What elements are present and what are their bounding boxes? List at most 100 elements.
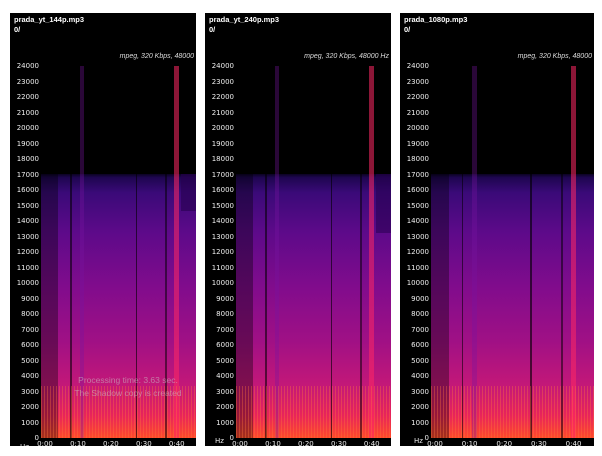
frequency-tick-label: 5000 — [216, 356, 234, 365]
frequency-unit-label: Hz — [414, 437, 423, 445]
frequency-tick-label: 6000 — [216, 341, 234, 349]
frequency-tick-label: 21000 — [211, 108, 234, 117]
time-tick-label: 0:30 — [531, 440, 547, 446]
frequency-tick-label: 13000 — [406, 232, 429, 241]
frequency-tick-label: 18000 — [211, 155, 234, 163]
spectrogram-image[interactable] — [431, 66, 594, 438]
time-tick-label: 0:20 — [496, 440, 513, 446]
frequency-tick-label: 20000 — [211, 124, 234, 132]
frequency-tick-label: 16000 — [406, 186, 429, 194]
frequency-tick-label: 3000 — [216, 387, 234, 396]
frequency-tick-label: 11000 — [16, 263, 39, 272]
frequency-tick-label: 4000 — [411, 372, 429, 380]
frequency-tick-label: 8000 — [411, 310, 429, 318]
frequency-tick-label: 15000 — [406, 201, 429, 210]
frequency-tick-label: 11000 — [211, 263, 234, 272]
frequency-tick-label: 19000 — [406, 139, 429, 148]
time-tick-label: 0:10 — [70, 440, 86, 446]
time-tick-label: 0:20 — [298, 440, 314, 446]
frequency-unit-label: Hz — [215, 437, 224, 445]
frequency-tick-label: 7000 — [216, 325, 234, 334]
frequency-tick-label: 13000 — [211, 232, 234, 241]
frequency-tick-label: 10000 — [211, 279, 234, 287]
frequency-tick-label: 17000 — [406, 170, 429, 179]
frequency-tick-label: 20000 — [16, 124, 39, 132]
frequency-tick-label: 17000 — [16, 170, 39, 179]
frequency-tick-label: 19000 — [16, 139, 39, 148]
frequency-tick-label: 11000 — [406, 263, 429, 272]
frequency-tick-label: 9000 — [411, 294, 429, 303]
time-tick-label: 0:20 — [103, 440, 119, 446]
frequency-tick-label: 21000 — [16, 108, 39, 117]
time-tick-label: 0:10 — [265, 440, 281, 446]
frequency-tick-label: 2000 — [411, 403, 429, 411]
frequency-tick-label: 24000 — [406, 62, 429, 70]
frequency-tick-label: 18000 — [406, 155, 429, 163]
frequency-tick-label: 2000 — [216, 403, 234, 411]
frequency-tick-label: 16000 — [16, 186, 39, 194]
frequency-tick-label: 15000 — [211, 201, 234, 210]
frequency-tick-label: 23000 — [16, 77, 39, 86]
frequency-tick-label: 22000 — [406, 93, 429, 101]
frequency-tick-label: 22000 — [16, 93, 39, 101]
frequency-tick-label: 7000 — [411, 325, 429, 334]
frequency-tick-label: 14000 — [406, 217, 429, 225]
frequency-tick-label: 10000 — [16, 279, 39, 287]
format-info: mpeg, 320 Kbps, 48000 Hz — [304, 53, 389, 60]
frequency-axis: 24000 23000 22000 21000 20000 19000 18000 17000… — [10, 13, 40, 446]
frequency-tick-label: 8000 — [216, 310, 234, 318]
frequency-unit-label: Hz — [20, 443, 29, 446]
time-tick-label: 0:40 — [363, 440, 380, 446]
frequency-tick-label: 4000 — [21, 372, 39, 380]
spectrogram-panel-2: prada_yt_240p.mp3 0/ mpeg, 320 Kbps, 480… — [205, 13, 391, 446]
format-info: mpeg, 320 Kbps, 48000 — [119, 53, 194, 60]
time-tick-label: 0:00 — [37, 440, 53, 446]
frequency-tick-label: 3000 — [21, 387, 39, 396]
frequency-tick-label: 12000 — [16, 248, 39, 256]
frequency-tick-label: 14000 — [211, 217, 234, 225]
spectrogram-panel-3: prada_1080p.mp3 0/ mpeg, 320 Kbps, 48000… — [400, 13, 594, 446]
frequency-tick-label: 22000 — [211, 93, 234, 101]
spectrogram-panel-1: prada_yt_144p.mp3 0/ mpeg, 320 Kbps, 480… — [10, 13, 196, 446]
processing-time-text: Processing time: 3.63 sec. — [78, 375, 178, 385]
time-tick-label: 0:00 — [232, 440, 248, 446]
frequency-tick-label: 5000 — [21, 356, 39, 365]
frequency-tick-label: 13000 — [16, 232, 39, 241]
frequency-axis: 24000 23000 22000 21000 20000 19000 18000 17000… — [400, 13, 430, 446]
frequency-tick-label: 23000 — [406, 77, 429, 86]
frequency-tick-label: 1000 — [21, 418, 39, 427]
frequency-tick-label: 14000 — [16, 217, 39, 225]
frequency-tick-label: 1000 — [216, 418, 234, 427]
frequency-tick-label: 24000 — [211, 62, 234, 70]
frequency-tick-label: 2000 — [21, 403, 39, 411]
frequency-tick-label: 7000 — [21, 325, 39, 334]
frequency-tick-label: 20000 — [406, 124, 429, 132]
frequency-tick-label: 21000 — [406, 108, 429, 117]
frequency-tick-label: 9000 — [21, 294, 39, 303]
frequency-tick-label: 4000 — [216, 372, 234, 380]
processing-status: Processing time: 3.63 sec. The Shadow co… — [68, 375, 188, 398]
shadow-copy-text: The Shadow copy is created — [74, 388, 182, 398]
frequency-tick-label: 1000 — [411, 418, 429, 427]
frequency-tick-label: 8000 — [21, 310, 39, 318]
time-tick-label: 0:40 — [168, 440, 185, 446]
frequency-tick-label: 10000 — [406, 279, 429, 287]
frequency-tick-label: 23000 — [211, 77, 234, 86]
time-tick-label: 0:10 — [461, 440, 478, 446]
time-tick-label: 0:40 — [565, 440, 582, 446]
spectrogram-image[interactable] — [236, 66, 391, 438]
frequency-tick-label: 12000 — [211, 248, 234, 256]
frequency-tick-label: 17000 — [211, 170, 234, 179]
frequency-tick-label: 19000 — [211, 139, 234, 148]
time-tick-label: 0:30 — [135, 440, 152, 446]
frequency-tick-label: 6000 — [21, 341, 39, 349]
frequency-tick-label: 18000 — [16, 155, 39, 163]
frequency-tick-label: 6000 — [411, 341, 429, 349]
time-tick-label: 0:00 — [427, 440, 443, 446]
frequency-tick-label: 16000 — [211, 186, 234, 194]
frequency-axis: 24000 23000 22000 21000 20000 19000 18000 17000… — [205, 13, 235, 446]
frequency-tick-label: 5000 — [411, 356, 429, 365]
frequency-tick-label: 12000 — [406, 248, 429, 256]
time-tick-label: 0:30 — [330, 440, 347, 446]
frequency-tick-label: 15000 — [16, 201, 39, 210]
